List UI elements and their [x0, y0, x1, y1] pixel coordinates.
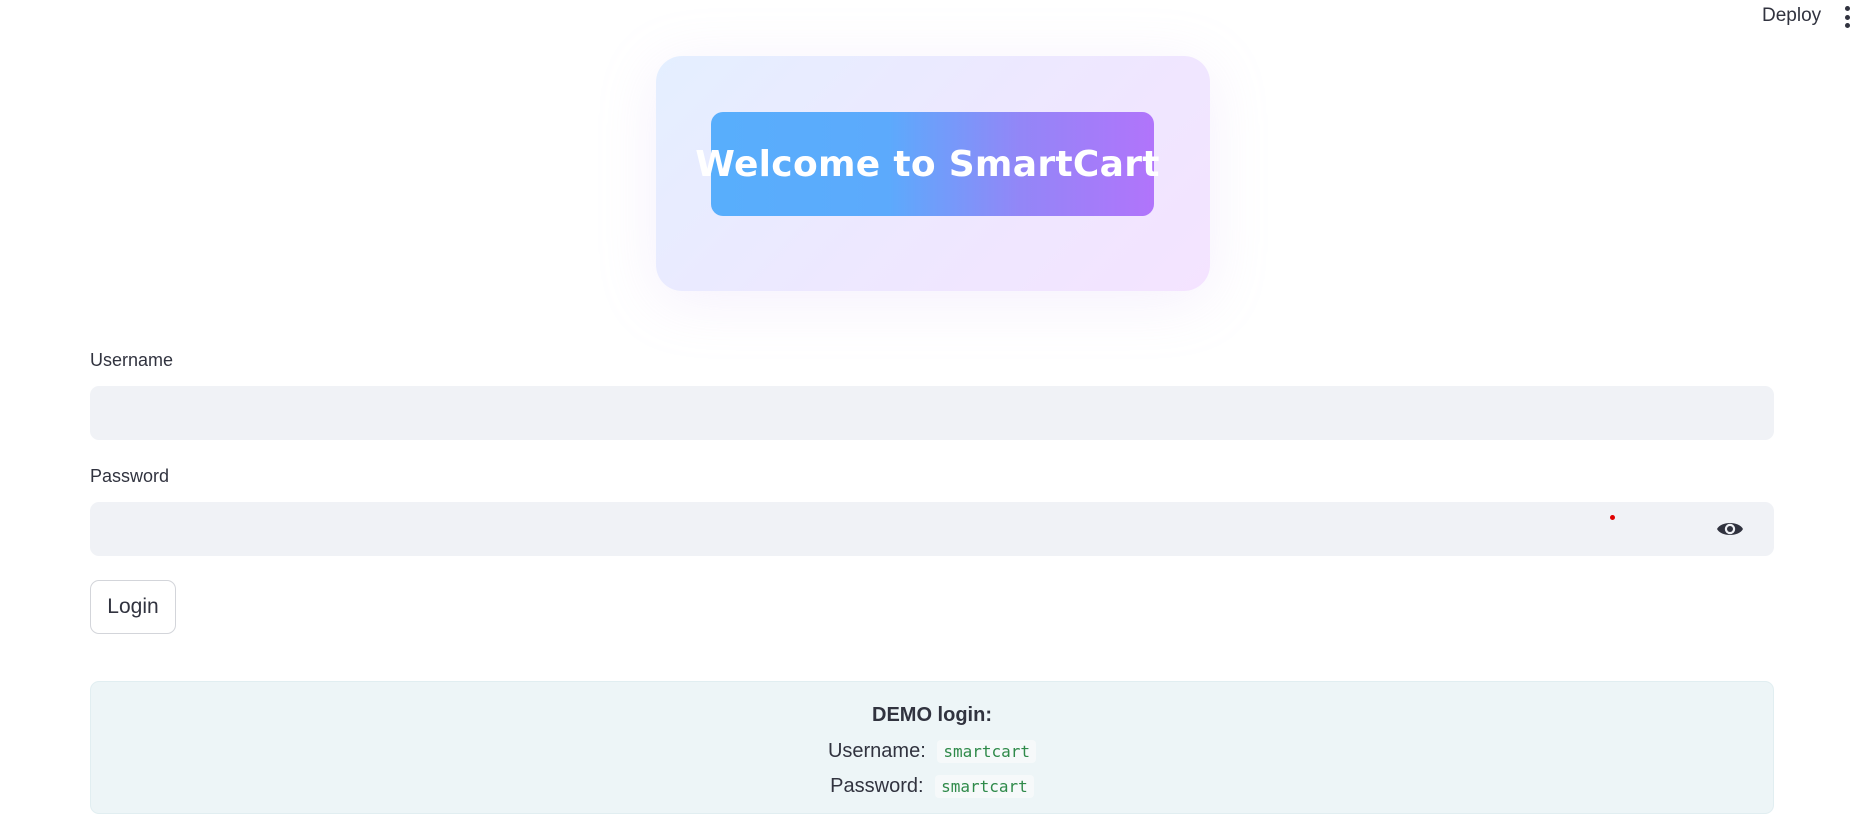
demo-username-value: smartcart	[937, 740, 1037, 763]
menu-dot-icon	[1844, 6, 1850, 11]
login-button[interactable]: Login	[90, 580, 176, 634]
demo-password-value: smartcart	[935, 775, 1034, 798]
username-input[interactable]	[90, 386, 1774, 440]
welcome-title: Welcome to SmartCart	[695, 143, 1160, 185]
password-label: Password	[90, 466, 170, 486]
menu-dot-icon	[1844, 23, 1850, 28]
demo-username-line: Username: smartcart	[91, 740, 1773, 763]
show-password-eye-icon[interactable]	[1716, 518, 1744, 540]
demo-password-label: Password:	[830, 775, 924, 797]
password-input[interactable]	[90, 502, 1774, 556]
demo-login-info-box: DEMO login: Username: smartcart Password…	[90, 681, 1774, 814]
deploy-button[interactable]: Deploy	[1762, 2, 1821, 30]
menu-dot-icon	[1844, 14, 1850, 20]
hero-card: Welcome to SmartCart	[656, 56, 1210, 291]
username-label: Username	[90, 350, 174, 370]
demo-password-line: Password: smartcart	[91, 775, 1773, 798]
mouse-cursor-marker	[1610, 515, 1615, 520]
demo-username-label: Username:	[827, 740, 926, 762]
demo-login-title: DEMO login:	[872, 704, 992, 726]
main-menu-button[interactable]	[1840, 6, 1854, 28]
welcome-banner: Welcome to SmartCart	[695, 112, 1159, 216]
